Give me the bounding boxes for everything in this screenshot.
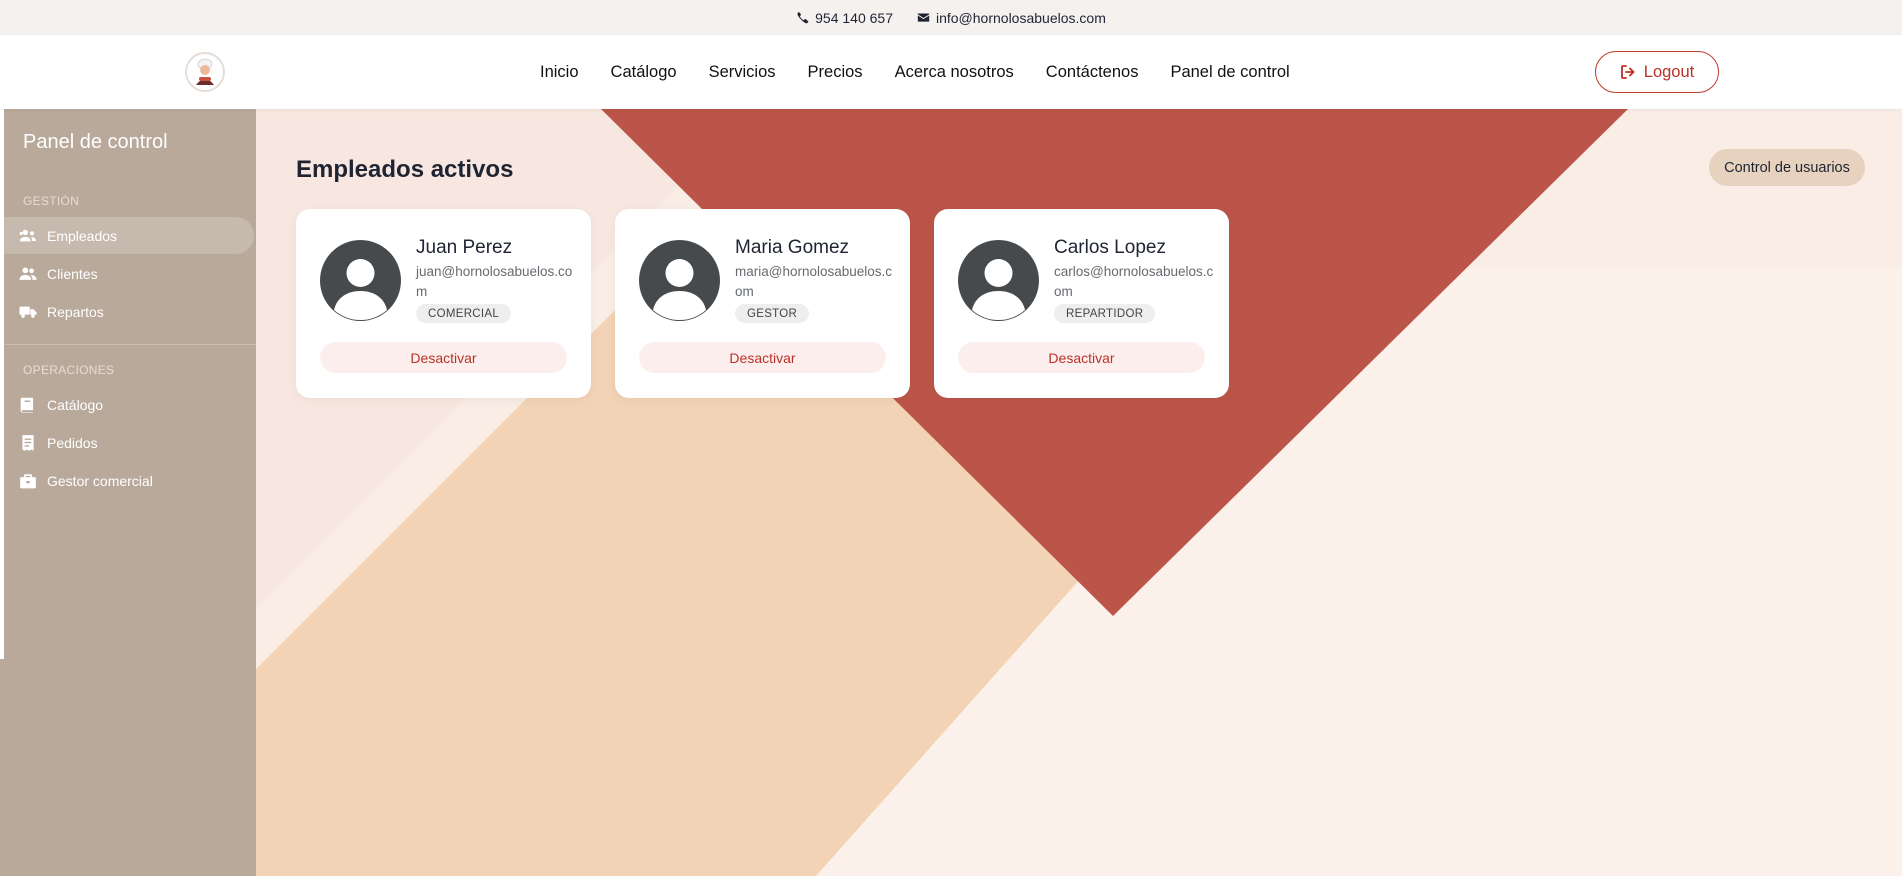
sidebar-item-repartos[interactable]: Repartos [4,293,254,330]
employee-name: Carlos Lopez [1054,237,1166,258]
default-avatar-icon [639,240,720,321]
phone-contact[interactable]: 954 140 657 [796,10,893,26]
sidebar-item-label: Empleados [47,227,118,244]
default-avatar-icon [958,240,1039,321]
nav-inicio[interactable]: Inicio [540,63,579,82]
sidebar-item-label: Repartos [47,303,104,320]
sidebar-item-empleados[interactable]: Empleados [4,217,254,254]
employee-name: Maria Gomez [735,237,850,258]
sidebar-item-label: Gestor comercial [47,472,153,489]
employee-email: maria@hornolosabuelos.com [735,264,893,299]
sidebar: Panel de control GESTIÓN Empleados Clien… [0,109,256,876]
truck-icon [19,306,37,318]
section-label-operaciones: OPERACIONES [23,363,115,377]
sidebar-title: Panel de control [23,131,168,153]
receipt-icon [22,434,34,451]
sidebar-item-label: Clientes [47,265,98,282]
employee-card: Carlos Lopez carlos@hornolosabuelos.com … [934,209,1229,398]
employee-email: carlos@hornolosabuelos.com [1054,264,1214,299]
main-header: Inicio Catálogo Servicios Precios Acerca… [0,35,1902,109]
main-nav: Inicio Catálogo Servicios Precios Acerca… [540,35,1290,109]
sidebar-edge [0,109,4,659]
logout-button[interactable]: Logout [1595,51,1719,93]
logout-label: Logout [1643,62,1695,81]
phone-icon [797,11,809,24]
sidebar-item-label: Pedidos [47,434,98,451]
briefcase-icon [20,473,36,488]
email-contact[interactable]: info@hornolosabuelos.com [917,10,1106,26]
employee-name: Juan Perez [416,237,513,258]
book-icon [20,397,34,413]
nav-panel-de-control[interactable]: Panel de control [1170,63,1289,82]
nav-contactenos[interactable]: Contáctenos [1046,63,1139,82]
phone-text: 954 140 657 [815,9,893,26]
page-title: Empleados activos [296,156,514,183]
envelope-icon [917,13,930,22]
employee-email: juan@hornolosabuelos.com [416,264,573,299]
default-avatar-icon [320,240,401,321]
deactivate-button[interactable]: Desactivar [320,342,567,373]
user-group-icon [19,267,37,280]
sidebar-item-label: Catálogo [47,396,104,413]
sign-out-icon [1620,65,1635,79]
nav-acerca-nosotros[interactable]: Acerca nosotros [895,63,1014,82]
sidebar-divider [4,344,256,345]
sidebar-item-clientes[interactable]: Clientes [4,255,254,292]
sidebar-item-catalogo[interactable]: Catálogo [4,386,254,423]
user-control-button[interactable]: Control de usuarios [1709,149,1865,186]
avatar [958,240,1039,321]
bakery-logo-icon [189,56,221,88]
nav-catalogo[interactable]: Catálogo [611,63,677,82]
employee-card: Maria Gomez maria@hornolosabuelos.com GE… [615,209,910,398]
deactivate-button[interactable]: Desactivar [958,342,1205,373]
nav-precios[interactable]: Precios [808,63,863,82]
logo[interactable] [185,52,225,92]
section-label-gestion: GESTIÓN [23,194,80,208]
sidebar-item-pedidos[interactable]: Pedidos [4,424,254,461]
employee-card: Juan Perez juan@hornolosabuelos.com COME… [296,209,591,398]
users-icon [19,229,37,241]
avatar [639,240,720,321]
role-badge: REPARTIDOR [1054,304,1156,323]
main-content: Empleados activos Control de usuarios Ju… [256,109,1902,876]
deactivate-button[interactable]: Desactivar [639,342,886,373]
avatar [320,240,401,321]
email-text: info@hornolosabuelos.com [935,9,1106,26]
nav-servicios[interactable]: Servicios [709,63,776,82]
role-badge: COMERCIAL [416,304,512,323]
contact-bar: 954 140 657 info@hornolosabuelos.com [0,0,1902,35]
sidebar-item-gestor-comercial[interactable]: Gestor comercial [4,462,254,499]
role-badge: GESTOR [735,304,810,323]
